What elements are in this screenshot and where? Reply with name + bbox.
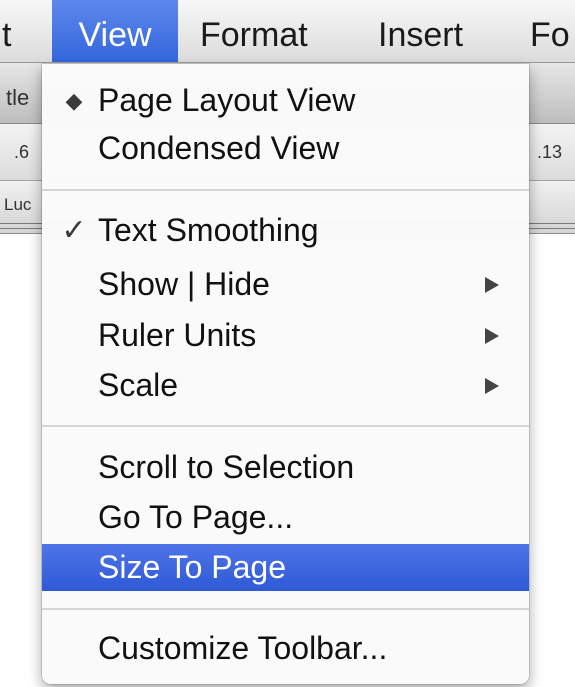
menubar-item-view[interactable]: View bbox=[52, 0, 178, 62]
menu-item-label: Show | Hide bbox=[98, 266, 270, 302]
menu-item-go-to-page[interactable]: Go To Page... bbox=[42, 494, 529, 541]
menu-item-page-layout-view[interactable]: ◆ Page Layout View bbox=[42, 77, 529, 124]
diamond-icon: ◆ bbox=[65, 88, 83, 113]
menu-item-condensed-view[interactable]: Condensed View bbox=[42, 125, 529, 172]
menu-item-label: Customize Toolbar... bbox=[98, 630, 388, 666]
submenu-arrow-icon bbox=[485, 277, 499, 293]
menu-item-label: Page Layout View bbox=[98, 82, 356, 118]
menu-item-label: Scroll to Selection bbox=[98, 449, 355, 485]
view-menu-dropdown: ◆ Page Layout View Condensed View ✓ Text… bbox=[42, 64, 529, 684]
menu-separator bbox=[42, 425, 529, 427]
submenu-arrow-icon bbox=[485, 328, 499, 344]
menubar-item-insert[interactable]: Insert bbox=[378, 0, 463, 62]
menu-item-label: Condensed View bbox=[98, 130, 340, 166]
menu-item-customize-toolbar[interactable]: Customize Toolbar... bbox=[42, 625, 529, 672]
title-fragment: tle bbox=[6, 85, 30, 110]
menu-item-label: Size To Page bbox=[98, 549, 286, 585]
checkmark-icon: ✓ bbox=[61, 214, 87, 247]
ruler-mark-right: .13 bbox=[537, 142, 563, 162]
menu-item-label: Text Smoothing bbox=[98, 212, 319, 248]
menu-item-scroll-to-selection[interactable]: Scroll to Selection bbox=[42, 444, 529, 491]
menu-separator bbox=[42, 608, 529, 610]
menu-item-label: Go To Page... bbox=[98, 499, 294, 535]
menu-item-label: Scale bbox=[98, 367, 179, 403]
menu-item-scale[interactable]: Scale bbox=[42, 362, 529, 409]
menu-bar: t View Format Insert Fo bbox=[0, 0, 575, 63]
menubar-item-partial[interactable]: t bbox=[2, 0, 32, 62]
menu-item-text-smoothing[interactable]: ✓ Text Smoothing bbox=[42, 207, 529, 254]
submenu-arrow-icon bbox=[485, 378, 499, 394]
font-name-fragment[interactable]: Luc bbox=[4, 195, 31, 215]
menu-item-label: Ruler Units bbox=[98, 317, 257, 353]
menu-item-show-hide[interactable]: Show | Hide bbox=[42, 261, 529, 308]
ruler-mark-left: .6 bbox=[14, 142, 30, 162]
menubar-item-format[interactable]: Format bbox=[200, 0, 308, 62]
menu-separator bbox=[42, 189, 529, 191]
menu-item-ruler-units[interactable]: Ruler Units bbox=[42, 312, 529, 359]
menubar-item-partial-right[interactable]: Fo bbox=[530, 0, 570, 62]
menu-item-size-to-page[interactable]: Size To Page bbox=[42, 544, 529, 591]
